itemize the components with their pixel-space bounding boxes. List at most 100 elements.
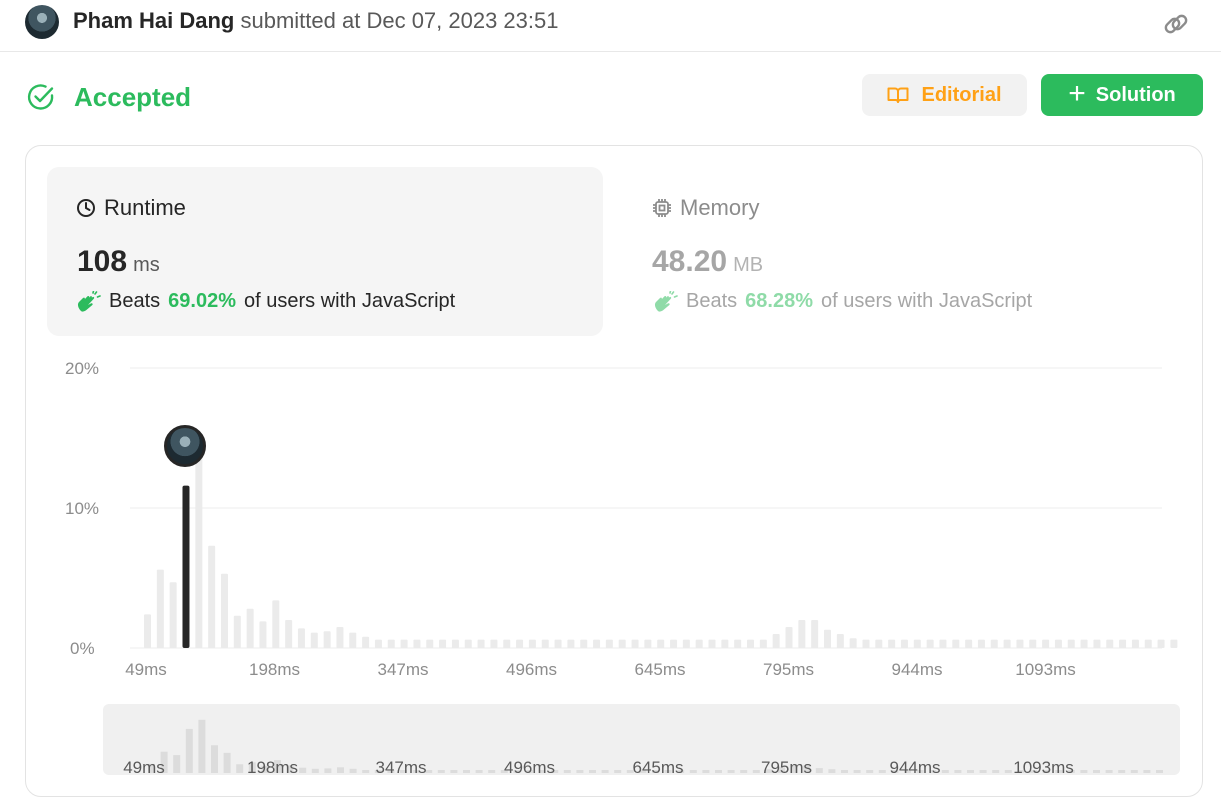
distribution-bar[interactable] bbox=[285, 620, 293, 648]
distribution-bar[interactable] bbox=[272, 600, 280, 648]
distribution-bar[interactable] bbox=[657, 639, 665, 648]
distribution-bar[interactable] bbox=[644, 639, 652, 648]
distribution-bar[interactable] bbox=[798, 620, 806, 648]
distribution-bar[interactable] bbox=[580, 639, 588, 648]
distribution-bar[interactable] bbox=[1003, 639, 1011, 648]
distribution-bar[interactable] bbox=[990, 639, 998, 648]
editorial-button[interactable]: Editorial bbox=[862, 74, 1027, 116]
solution-label: Solution bbox=[1095, 83, 1176, 106]
distribution-bar[interactable] bbox=[413, 639, 421, 648]
memory-title: Memory bbox=[652, 195, 759, 221]
distribution-bar[interactable] bbox=[374, 639, 382, 648]
distribution-bar[interactable] bbox=[554, 639, 562, 648]
distribution-bar[interactable] bbox=[1131, 639, 1139, 648]
range-navigator[interactable] bbox=[103, 704, 1180, 775]
distribution-bar[interactable] bbox=[926, 639, 934, 648]
distribution-bar[interactable] bbox=[823, 629, 831, 648]
distribution-bar[interactable] bbox=[759, 639, 767, 648]
distribution-bar[interactable] bbox=[836, 634, 844, 648]
distribution-bar[interactable] bbox=[220, 573, 228, 648]
clock-icon bbox=[77, 199, 95, 217]
distribution-bar[interactable] bbox=[297, 628, 305, 648]
distribution-bar[interactable] bbox=[1016, 639, 1024, 648]
distribution-bar[interactable] bbox=[1029, 639, 1037, 648]
beats-suffix: of users with JavaScript bbox=[244, 290, 456, 312]
distribution-bar[interactable] bbox=[977, 639, 985, 648]
distribution-bar[interactable] bbox=[464, 639, 472, 648]
memory-value: 48.20 MB bbox=[652, 245, 763, 279]
distribution-bar[interactable] bbox=[439, 639, 447, 648]
distribution-bar[interactable] bbox=[631, 639, 639, 648]
distribution-bar[interactable] bbox=[1144, 639, 1152, 648]
distribution-bar[interactable] bbox=[1093, 639, 1101, 648]
distribution-bar[interactable] bbox=[169, 582, 177, 648]
distribution-bar[interactable] bbox=[888, 639, 896, 648]
status-accepted: Accepted bbox=[74, 81, 192, 112]
distribution-bar[interactable] bbox=[785, 627, 793, 648]
distribution-bar[interactable] bbox=[747, 639, 755, 648]
distribution-bar[interactable] bbox=[259, 621, 267, 648]
distribution-bar[interactable] bbox=[1119, 639, 1127, 648]
distribution-bar[interactable] bbox=[400, 639, 408, 648]
user-avatar[interactable] bbox=[25, 5, 59, 39]
distribution-bar[interactable] bbox=[695, 639, 703, 648]
book-icon bbox=[887, 87, 909, 103]
distribution-bar[interactable] bbox=[849, 638, 857, 648]
distribution-bar[interactable] bbox=[1042, 639, 1050, 648]
distribution-bar[interactable] bbox=[567, 639, 575, 648]
distribution-bar[interactable] bbox=[1170, 639, 1178, 648]
distribution-bar[interactable] bbox=[965, 639, 973, 648]
distribution-bar[interactable] bbox=[900, 639, 908, 648]
distribution-bar[interactable] bbox=[362, 636, 370, 648]
distribution-bar[interactable] bbox=[875, 639, 883, 648]
distribution-bar[interactable] bbox=[708, 639, 716, 648]
distribution-bar[interactable] bbox=[1157, 639, 1165, 648]
distribution-bar[interactable] bbox=[144, 614, 151, 648]
distribution-bar[interactable] bbox=[811, 620, 819, 648]
distribution-bar[interactable] bbox=[939, 639, 947, 648]
distribution-bar[interactable] bbox=[1054, 639, 1062, 648]
editorial-label: Editorial bbox=[921, 83, 1002, 106]
user-name[interactable]: Pham Hai Dang bbox=[73, 8, 234, 33]
add-solution-button[interactable]: + Solution bbox=[1041, 74, 1203, 116]
y-tick-label: 20% bbox=[65, 359, 100, 378]
distribution-bar[interactable] bbox=[682, 639, 690, 648]
distribution-bar[interactable] bbox=[323, 631, 331, 648]
distribution-bar[interactable] bbox=[670, 639, 678, 648]
distribution-bar[interactable] bbox=[605, 639, 613, 648]
distribution-bar[interactable] bbox=[246, 608, 254, 648]
distribution-bar[interactable] bbox=[195, 452, 203, 648]
distribution-bar[interactable] bbox=[156, 569, 164, 648]
distribution-bar[interactable] bbox=[233, 615, 241, 648]
distribution-bar[interactable] bbox=[387, 639, 395, 648]
distribution-bar[interactable] bbox=[772, 634, 780, 648]
highlighted-bar[interactable] bbox=[182, 485, 190, 648]
distribution-bar[interactable] bbox=[310, 632, 318, 648]
link-icon[interactable] bbox=[1160, 8, 1192, 40]
distribution-bar[interactable] bbox=[208, 545, 216, 648]
distribution-bar[interactable] bbox=[528, 639, 536, 648]
distribution-bar[interactable] bbox=[1067, 639, 1075, 648]
distribution-bar[interactable] bbox=[516, 639, 524, 648]
distribution-bar[interactable] bbox=[734, 639, 742, 648]
distribution-bar[interactable] bbox=[503, 639, 511, 648]
distribution-bar[interactable] bbox=[618, 639, 626, 648]
distribution-bar[interactable] bbox=[952, 639, 960, 648]
distribution-bar[interactable] bbox=[477, 639, 485, 648]
distribution-bar[interactable] bbox=[451, 639, 459, 648]
distribution-bar[interactable] bbox=[1106, 639, 1114, 648]
distribution-bar[interactable] bbox=[721, 639, 729, 648]
y-tick-label: 0% bbox=[70, 639, 95, 658]
distribution-bar[interactable] bbox=[913, 639, 921, 648]
distribution-bar[interactable] bbox=[541, 639, 549, 648]
distribution-bar[interactable] bbox=[349, 632, 357, 648]
distribution-bar[interactable] bbox=[426, 639, 434, 648]
y-tick-label: 10% bbox=[65, 499, 100, 518]
distribution-bar[interactable] bbox=[336, 627, 344, 648]
your-submission-marker[interactable] bbox=[164, 425, 206, 467]
beats-prefix: Beats bbox=[109, 290, 161, 312]
distribution-bar[interactable] bbox=[593, 639, 601, 648]
distribution-bar[interactable] bbox=[490, 639, 498, 648]
distribution-bar[interactable] bbox=[1080, 639, 1088, 648]
distribution-bar[interactable] bbox=[862, 639, 870, 648]
